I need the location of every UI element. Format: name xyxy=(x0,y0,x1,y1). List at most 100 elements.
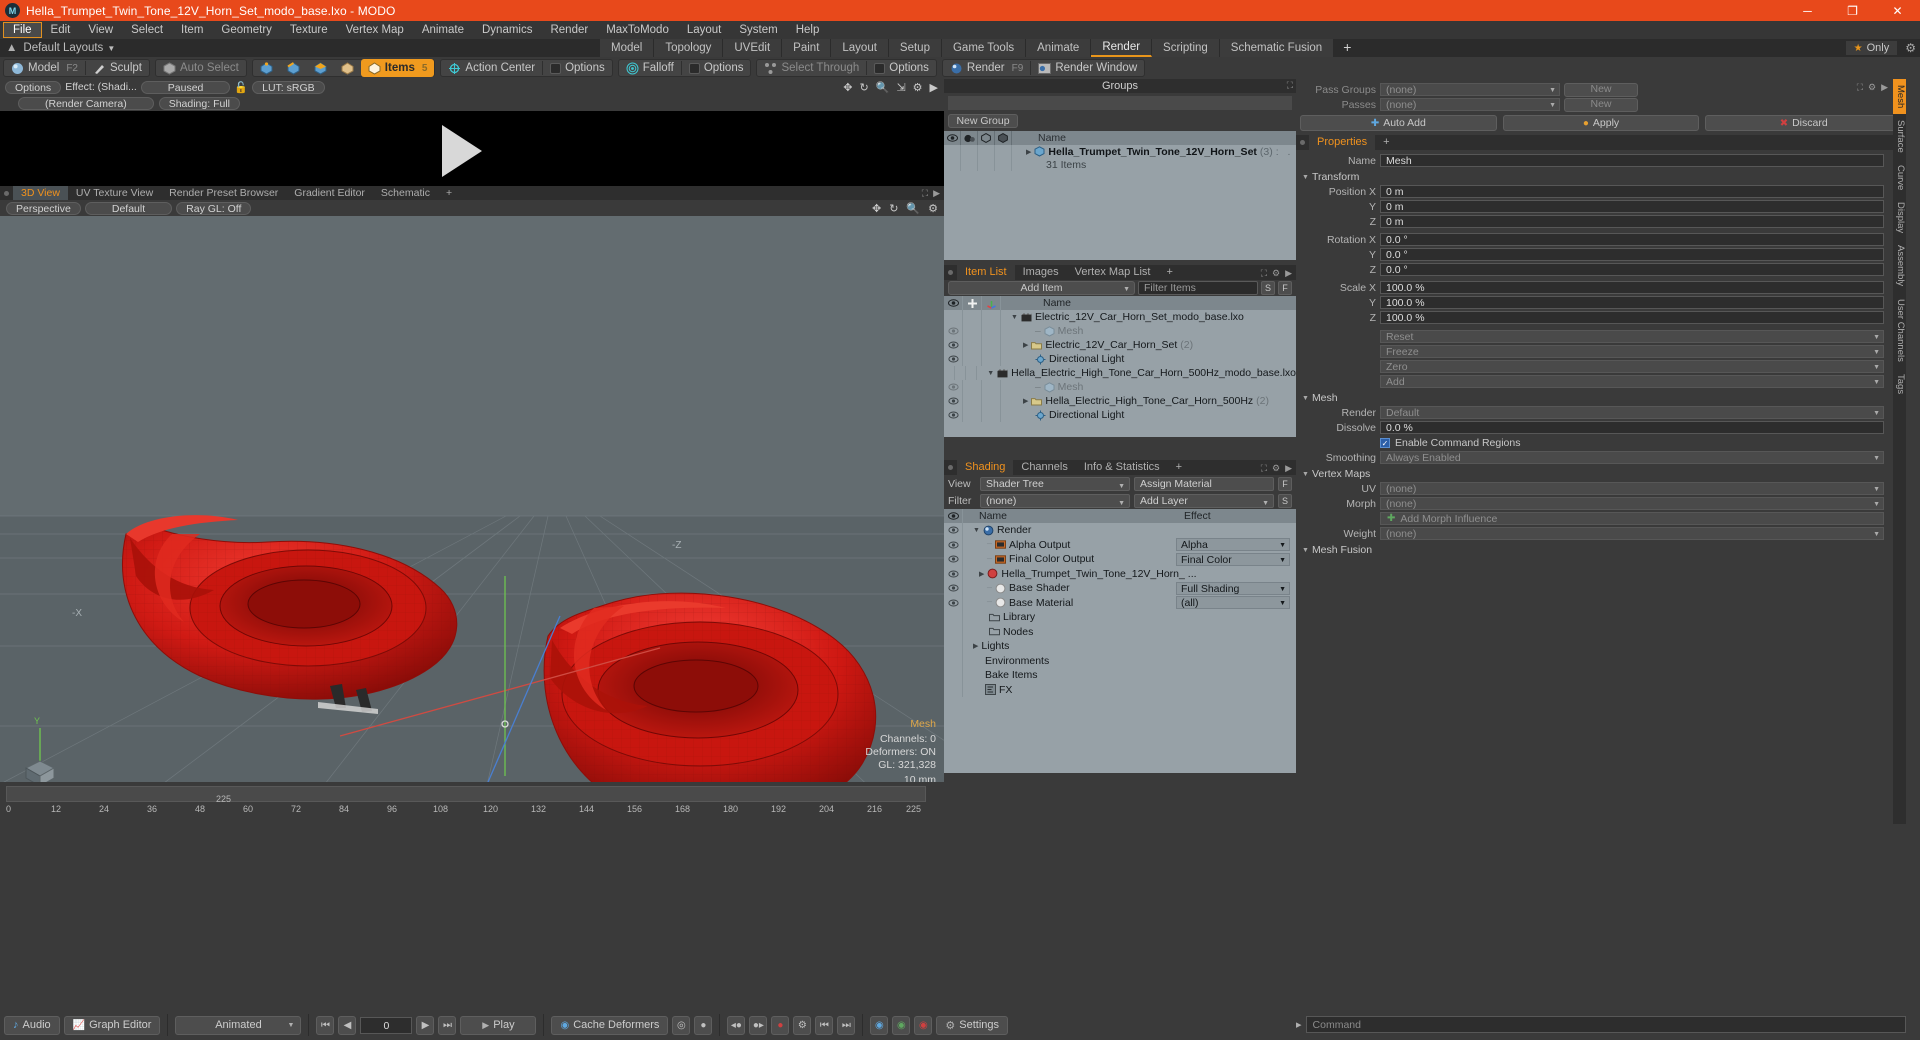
menu-item-view[interactable]: View xyxy=(79,22,122,38)
vertex-mode-button[interactable] xyxy=(253,59,280,77)
shader-row[interactable]: ─ Alpha Output Alpha ▼ xyxy=(944,537,1296,552)
shader-row[interactable]: ─ Base Material (all) ▼ xyxy=(944,595,1296,610)
groups-search-field[interactable] xyxy=(947,95,1293,111)
play-button[interactable]: ▶ Play xyxy=(460,1015,537,1035)
sculpt-mode-button[interactable]: Sculpt xyxy=(86,59,149,77)
tab-scripting[interactable]: Scripting xyxy=(1152,39,1220,57)
row-visibility-cell[interactable] xyxy=(944,624,963,639)
current-frame-input[interactable]: 0 xyxy=(360,1016,413,1034)
expand-caret-icon[interactable]: ▶ xyxy=(1023,397,1028,405)
passes-dropdown[interactable]: (none) ▼ xyxy=(1380,98,1560,111)
position-y-input[interactable]: 0 m xyxy=(1380,200,1884,213)
panel-menu-icon[interactable]: ▶ xyxy=(1881,82,1888,93)
row-lock-cell[interactable] xyxy=(963,352,982,366)
vtab-user-channels[interactable]: User Channels xyxy=(1893,293,1906,368)
tab-render[interactable]: Render xyxy=(1091,39,1153,57)
row-render-cell[interactable] xyxy=(961,145,978,158)
tab-info-statistics[interactable]: Info & Statistics xyxy=(1076,460,1168,475)
falloff-options-button[interactable]: Options xyxy=(682,59,751,77)
items-mode-button[interactable]: Items 5 xyxy=(360,59,435,77)
row-lock-cell[interactable] xyxy=(955,366,967,380)
add-viewport-tab-button[interactable]: + xyxy=(438,186,460,200)
shader-row[interactable]: ─ Final Color Output Final Color ▼ xyxy=(944,552,1296,567)
shading-mode-dropdown[interactable]: Shading: Full xyxy=(158,96,240,110)
row-visibility-cell[interactable] xyxy=(944,145,961,158)
add-item-button[interactable]: Add Item ▼ xyxy=(948,281,1135,295)
row-axis-cell[interactable] xyxy=(982,324,1001,338)
tab-3d-view[interactable]: 3D View xyxy=(13,186,68,200)
smoothing-dropdown[interactable]: Always Enabled ▼ xyxy=(1380,451,1884,464)
render-camera-dropdown[interactable]: (Render Camera) xyxy=(18,96,154,110)
mesh-fusion-section-header[interactable]: ▼ Mesh Fusion xyxy=(1296,541,1906,557)
row-lock-cell[interactable] xyxy=(963,324,982,338)
action-center-button[interactable]: Action Center xyxy=(441,59,542,77)
transform-section-header[interactable]: ▼ Transform xyxy=(1296,168,1906,184)
row-visibility-cell[interactable] xyxy=(944,668,963,683)
menu-arrow-icon[interactable]: ▶ xyxy=(930,81,938,94)
shading-s-button[interactable]: S xyxy=(1278,493,1292,508)
position-z-input[interactable]: 0 m xyxy=(1380,215,1884,228)
auto-key-blue-button[interactable]: ◉ xyxy=(870,1015,889,1035)
row-lock-cell[interactable] xyxy=(963,408,982,422)
vtab-curve[interactable]: Curve xyxy=(1893,159,1906,196)
row-lock-cell[interactable] xyxy=(963,310,982,324)
add-item-list-tab-button[interactable]: + xyxy=(1158,265,1180,280)
shading-tree-body[interactable]: ▼ Render ─ Alpha Output Alpha ▼ ─ Final … xyxy=(944,523,1296,773)
rotation-x-input[interactable]: 0.0 ° xyxy=(1380,233,1884,246)
shader-row[interactable]: Environments xyxy=(944,653,1296,668)
mesh-name-input[interactable]: Mesh xyxy=(1380,154,1884,167)
menu-item-system[interactable]: System xyxy=(730,22,786,38)
gear-icon[interactable]: ⚙ xyxy=(913,81,923,94)
shader-row[interactable]: ▶ Lights xyxy=(944,639,1296,654)
effect-dropdown[interactable]: (all) ▼ xyxy=(1176,596,1290,610)
row-visibility-cell[interactable] xyxy=(944,523,963,538)
new-group-button[interactable]: New Group xyxy=(948,114,1018,128)
tab-render-preset-browser[interactable]: Render Preset Browser xyxy=(161,186,286,200)
row-axis-cell[interactable] xyxy=(982,310,1001,324)
record-key-button[interactable]: ● xyxy=(771,1015,790,1035)
effect-cell[interactable]: (all) ▼ xyxy=(1176,596,1290,610)
effect-dropdown[interactable]: Alpha ▼ xyxy=(1176,538,1290,552)
list-item[interactable]: ▶ Hella_Electric_High_Tone_Car_Horn_500H… xyxy=(944,394,1296,408)
row-visibility-cell[interactable] xyxy=(944,639,963,654)
tab-channels[interactable]: Channels xyxy=(1013,460,1075,475)
assign-material-button[interactable]: Assign Material xyxy=(1134,476,1274,491)
render-paused-button[interactable]: Paused xyxy=(140,80,231,94)
menu-item-geometry[interactable]: Geometry xyxy=(212,22,281,38)
vtab-display[interactable]: Display xyxy=(1893,196,1906,239)
render-mode-dropdown[interactable]: Default ▼ xyxy=(1380,406,1884,419)
effect-dropdown[interactable]: Final Color ▼ xyxy=(1176,552,1290,566)
key-next-button[interactable]: ●▸ xyxy=(749,1015,768,1035)
filter-f-button[interactable]: F xyxy=(1278,281,1292,295)
shader-row[interactable]: Nodes xyxy=(944,624,1296,639)
polygon-mode-button[interactable] xyxy=(307,59,334,77)
list-item[interactable]: ▶ Electric_12V_Car_Horn_Set (2) xyxy=(944,338,1296,352)
select-through-options-button[interactable]: Options xyxy=(867,59,936,77)
scale-z-input[interactable]: 100.0 % xyxy=(1380,311,1884,324)
tab-images[interactable]: Images xyxy=(1015,265,1067,280)
zoom-icon[interactable]: 🔍 xyxy=(906,202,920,215)
list-item[interactable]: Directional Light xyxy=(944,408,1296,422)
range-end-button[interactable]: ⏭ xyxy=(837,1015,856,1035)
go-to-end-button[interactable]: ⏭ xyxy=(438,1015,457,1035)
pan-icon[interactable]: ✥ xyxy=(843,81,852,94)
row-render-cell[interactable] xyxy=(961,158,978,171)
row-visibility-cell[interactable] xyxy=(944,408,963,422)
panel-expand-icon[interactable]: ⛶ xyxy=(1857,82,1863,93)
graph-editor-button[interactable]: 📈 Graph Editor xyxy=(63,1015,161,1035)
shader-row[interactable]: ─ Base Shader Full Shading ▼ xyxy=(944,581,1296,596)
row-lock-cell[interactable] xyxy=(963,394,982,408)
tab-game-tools[interactable]: Game Tools xyxy=(941,39,1027,57)
shader-row[interactable]: Library xyxy=(944,610,1296,625)
list-item[interactable]: ─ Mesh xyxy=(944,324,1296,338)
panel-expand-icon[interactable]: ⛶ xyxy=(1261,463,1267,474)
tab-model[interactable]: Model xyxy=(600,39,655,57)
auto-add-button[interactable]: ✚ Auto Add xyxy=(1300,115,1497,131)
add-properties-tab-button[interactable]: + xyxy=(1375,135,1397,150)
list-item[interactable]: Directional Light xyxy=(944,352,1296,366)
expand-caret-icon[interactable]: ▶ xyxy=(1026,148,1031,156)
panel-menu-icon[interactable]: ▶ xyxy=(1285,463,1292,474)
row-lock-cell[interactable] xyxy=(963,338,982,352)
menu-item-maxtomodo[interactable]: MaxToModo xyxy=(597,22,678,38)
raygl-toggle[interactable]: Ray GL: Off xyxy=(176,201,252,215)
